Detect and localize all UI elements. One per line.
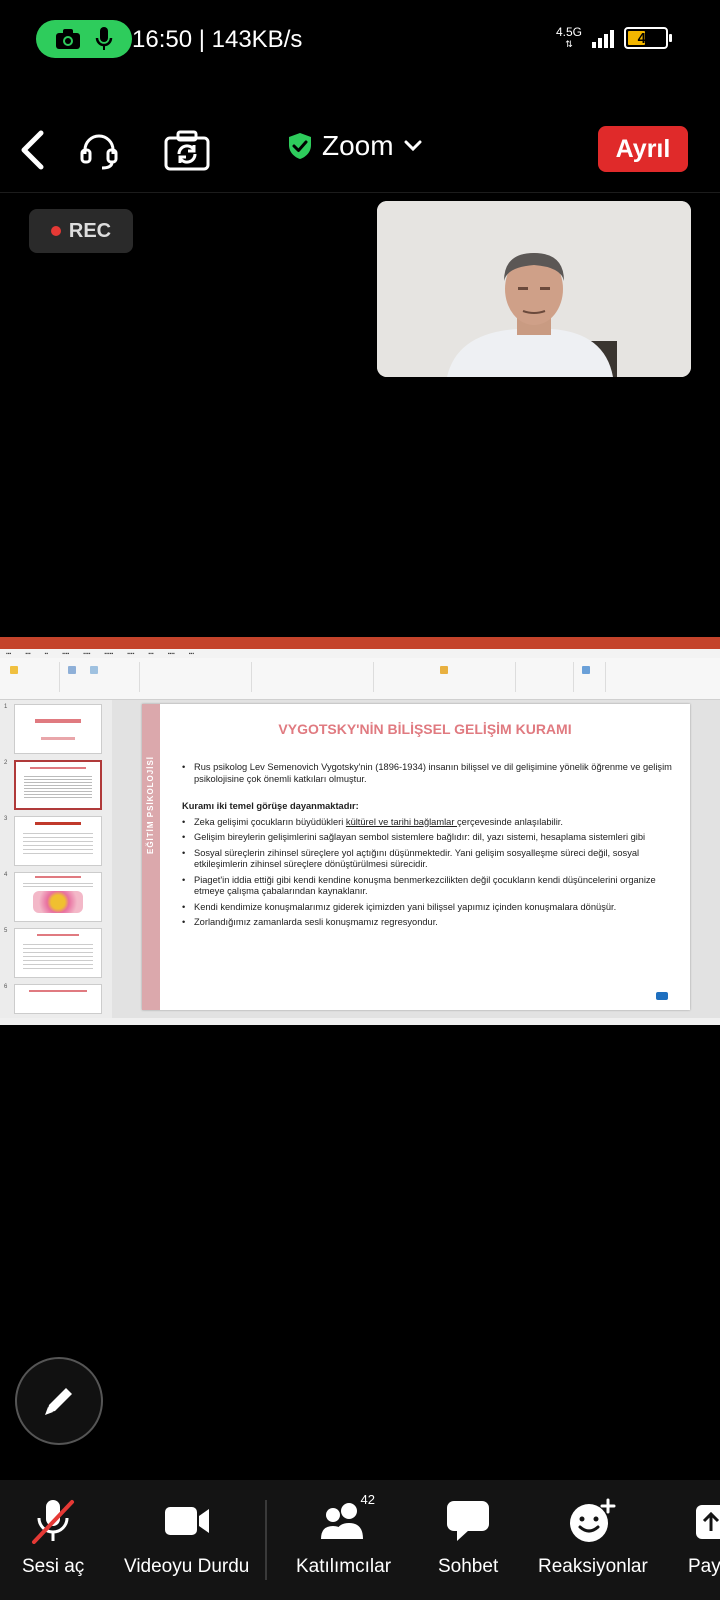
chat-button[interactable]: Sohbet (438, 1498, 498, 1578)
meeting-toolbar: Sesi aç Videoyu Durdu 42 Katılımcılar So… (0, 1480, 720, 1600)
battery-level: 46 (637, 29, 655, 47)
chevron-down-icon (404, 140, 422, 152)
powerpoint-title-bar (0, 637, 720, 649)
chat-bubble-icon (443, 1498, 493, 1544)
meeting-top-bar: Zoom Ayrıl (0, 120, 720, 184)
slide-thumbnail[interactable] (14, 872, 102, 922)
toolbar-divider (265, 1500, 267, 1580)
thumb-number: 2 (4, 760, 8, 766)
slide-title: VYGOTSKY'NİN BİLİŞSEL GELİŞİM KURAMI (278, 721, 572, 737)
slide-body: Rus psikolog Lev Semenovich Vygotsky'nin… (182, 762, 672, 933)
share-label: Pay (688, 1556, 720, 1577)
meeting-title-dropdown[interactable]: Zoom (288, 130, 422, 162)
powerpoint-status-bar (0, 1018, 720, 1025)
participants-button[interactable]: 42 Katılımcılar (296, 1492, 392, 1578)
thumb-number: 4 (4, 872, 8, 878)
record-dot-icon (50, 226, 61, 236)
reactions-label: Reaksiyonlar (538, 1556, 648, 1577)
camera-icon (55, 29, 80, 49)
status-time: 16:50 | 143KB/s (132, 26, 303, 53)
participants-count: 42 (360, 1492, 375, 1507)
status-bar: 16:50 | 143KB/s 4.5G ⇅ 46 (0, 18, 720, 62)
top-bar-divider (0, 192, 720, 193)
participants-label: Katılımcılar (296, 1556, 392, 1577)
leave-button[interactable]: Ayrıl (598, 126, 688, 172)
thumb-number: 1 (4, 704, 8, 710)
slide-thumbnail[interactable] (14, 984, 102, 1014)
thumb-number: 6 (4, 984, 8, 990)
slide-side-label: EĞİTİM PSİKOLOJİSİ (146, 755, 155, 854)
muted-microphone-icon (28, 1498, 78, 1544)
battery-icon: 46 (624, 27, 672, 49)
participants-icon: 42 (319, 1492, 375, 1544)
participant-video (377, 201, 691, 377)
meeting-title: Zoom (322, 130, 394, 161)
video-camera-icon (162, 1498, 212, 1544)
slide-intro: Rus psikolog Lev Semenovich Vygotsky'nin… (182, 762, 672, 785)
slide-thumbnail[interactable] (14, 816, 102, 866)
slide-side-band (142, 704, 160, 1010)
pencil-icon (45, 1388, 72, 1415)
slide-bullet: Zorlandığımız zamanlarda sesli konuşmamı… (182, 917, 672, 929)
participant-video-tile[interactable] (377, 201, 691, 377)
signal-icon (592, 28, 614, 48)
unmute-button[interactable]: Sesi aç (22, 1498, 84, 1578)
unmute-label: Sesi aç (22, 1556, 85, 1577)
chat-label: Sohbet (438, 1556, 499, 1577)
slide-bullet: Sosyal süreçlerin zihinsel süreçlere yol… (182, 848, 672, 871)
recording-badge[interactable]: REC (29, 209, 133, 253)
video-label: Videoyu Durdu (124, 1556, 250, 1577)
slide-bullet: Gelişim bireylerin gelişimlerini sağlaya… (182, 832, 672, 844)
switch-camera-icon[interactable] (162, 128, 212, 174)
slide-bullet: Piaget'in iddia ettiği gibi kendi kendin… (182, 875, 672, 898)
network-type: 4.5G ⇅ (555, 25, 582, 49)
slide-bullet: Kendi kendimize konuşmalarımız giderek i… (182, 902, 672, 914)
headset-audio-icon[interactable] (76, 128, 122, 174)
recording-label: REC (68, 219, 112, 242)
share-button[interactable]: Pay (688, 1498, 720, 1578)
slide-bullet: Zeka gelişimi çocukların büyüdükleri kül… (182, 817, 672, 829)
shared-screen[interactable]: ▪▪▪ ▪▪▪ ▪▪ ▪▪▪▪ ▪▪▪▪ ▪▪▪▪▪ ▪▪▪▪ ▪▪▪ ▪▪▪▪ ▪▪▪ 1 2 … (0, 637, 720, 1025)
current-slide: EĞİTİM PSİKOLOJİSİ VYGOTSKY'NİN BİLİŞSEL… (142, 704, 690, 1010)
slide-thumbnails-panel: 1 2 3 4 5 6 (0, 700, 112, 1018)
powerpoint-ribbon-tabs: ▪▪▪ ▪▪▪ ▪▪ ▪▪▪▪ ▪▪▪▪ ▪▪▪▪▪ ▪▪▪▪ ▪▪▪ ▪▪▪▪ ▪▪▪ (0, 649, 720, 658)
annotate-button[interactable] (15, 1357, 103, 1445)
smiley-add-icon (568, 1498, 618, 1544)
back-icon[interactable] (12, 128, 52, 172)
thumb-number: 5 (4, 928, 8, 934)
slide-heading: Kuramı iki temel görüşe dayanmaktadır: (182, 801, 359, 811)
slide-logo-icon (656, 992, 668, 1000)
powerpoint-ribbon (0, 658, 720, 700)
slide-thumbnail[interactable] (14, 704, 102, 754)
microphone-icon (95, 27, 112, 50)
slide-thumbnail-active[interactable] (14, 760, 102, 810)
slide-editing-area: EĞİTİM PSİKOLOJİSİ VYGOTSKY'NİN BİLİŞSEL… (112, 700, 720, 1018)
stop-video-button[interactable]: Videoyu Durdu (124, 1498, 249, 1578)
shield-check-icon (289, 133, 311, 159)
screen-recording-indicator[interactable] (36, 20, 132, 58)
thumb-number: 3 (4, 816, 8, 822)
reactions-button[interactable]: Reaksiyonlar (538, 1498, 648, 1578)
share-arrow-icon (688, 1498, 720, 1544)
slide-thumbnail[interactable] (14, 928, 102, 978)
